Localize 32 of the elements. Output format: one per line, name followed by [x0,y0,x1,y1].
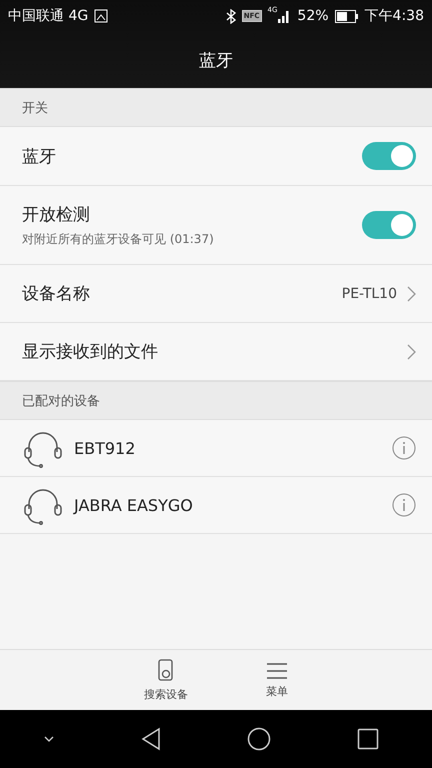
back-icon[interactable] [141,727,161,751]
chevron-icon [407,344,416,360]
signal-icon [277,9,292,23]
setting-label: 显示接收到的文件 [22,341,159,363]
setting-label: 设备名称 [22,283,91,305]
info-icon[interactable] [392,436,416,460]
action-button[interactable]: 菜单 [262,650,292,710]
bluetooth-icon [226,8,236,24]
section-title: 已配对的设备 [22,392,100,410]
recents-icon[interactable] [357,728,379,750]
carrier-text: 中国联通 4G [8,7,88,25]
image-icon [94,9,108,23]
setting-value: PE-TL10 [342,286,397,302]
device-name: EBT912 [74,438,136,458]
info-icon[interactable] [392,493,416,517]
chevron-icon [407,286,416,302]
chevron-down-icon[interactable] [43,735,55,743]
setting-subtitle: 对附近所有的蓝牙设备可见 (01:37) [22,230,215,248]
screen-title: 蓝牙 [199,50,233,72]
action-button[interactable]: 搜索设备 [140,650,192,710]
device-search-icon [157,658,175,682]
device-name: JABRA EASYGO [74,496,194,514]
toggle-switch[interactable] [362,211,416,239]
battery-icon [334,10,359,22]
home-icon[interactable] [247,727,271,751]
clock: 下午4:38 [364,7,424,25]
setting-label: 蓝牙 [22,146,57,168]
setting-label: 开放检测 [22,204,91,226]
toggle-switch[interactable] [362,142,416,170]
menu-icon [266,662,288,680]
section-title: 开关 [22,100,48,116]
battery-percent: 52% [297,8,329,24]
